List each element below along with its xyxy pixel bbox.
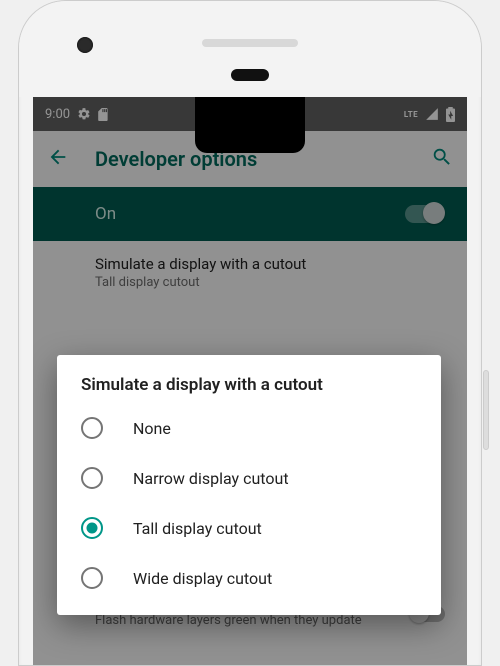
radio-option-tall[interactable]: Tall display cutout [57, 503, 441, 553]
radio-icon [81, 417, 103, 439]
device-bezel [19, 1, 481, 97]
device-side-button [483, 370, 489, 450]
cutout-dialog: Simulate a display with a cutout None Na… [57, 355, 441, 615]
radio-icon-selected [81, 517, 103, 539]
display-cutout-notch [195, 97, 305, 153]
device-screen: 9:00 LTE [33, 97, 467, 665]
radio-option-wide[interactable]: Wide display cutout [57, 553, 441, 603]
dialog-title: Simulate a display with a cutout [57, 375, 441, 403]
radio-label: Wide display cutout [133, 569, 272, 588]
proximity-sensor-icon [231, 69, 269, 81]
device-frame: 9:00 LTE [18, 0, 482, 666]
radio-option-none[interactable]: None [57, 403, 441, 453]
radio-label: None [133, 419, 171, 438]
radio-option-narrow[interactable]: Narrow display cutout [57, 453, 441, 503]
radio-label: Tall display cutout [133, 519, 262, 538]
radio-label: Narrow display cutout [133, 469, 289, 488]
earpiece-icon [202, 39, 298, 47]
radio-icon [81, 467, 103, 489]
front-camera-icon [77, 37, 93, 53]
radio-icon [81, 567, 103, 589]
